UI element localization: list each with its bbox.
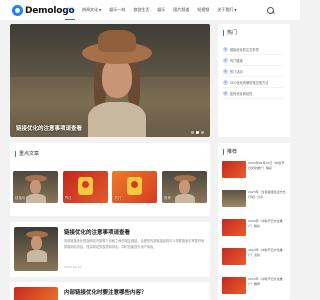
chevron-down-icon: ▼ [99,8,102,12]
hot-item-text: SEO优化有哪些常见的方法 [230,80,269,85]
hot-item-text: 如何优化网站的 [230,91,253,96]
thumb-figure-face [178,180,190,194]
article-thumb[interactable] [14,227,58,271]
recommend-item[interactable]: 2023年（中秋节日文化推广）推荐 [222,277,286,300]
nav-item-culture[interactable]: 热闻文化▼ [78,0,105,20]
nav-item-travel[interactable]: 旅游生活 [129,0,153,20]
nav-item-pictures[interactable]: 图片频道 [169,0,193,20]
recommend-item[interactable]: 2023年05月15日（中秋节日文化推广）精彩 [222,161,286,187]
recommend-item[interactable]: 2023年（中秋节日文化推广）活动 [222,248,286,274]
hot-item-text: 链接优化的注意事项 [230,47,259,52]
recommend-item[interactable]: 2023年（全民健康生活方式行动）分享 [222,190,286,216]
recommend-thumb [222,161,246,178]
article-excerpt: 内部链接优化是指网站内部各个页面之间的相互链接，合理的内部链接结构可以帮助搜索引… [64,239,205,249]
featured-thumb[interactable]: 节日 [62,171,108,203]
featured-thumb-row: 链接优化 节日 热门 推荐 [13,171,207,203]
featured-articles-title: 重点文章 [15,151,39,157]
featured-thumb[interactable]: 链接优化 [13,171,58,203]
featured-thumb[interactable]: 热门 [112,171,158,203]
thumb-figure-body [26,194,46,203]
slider-dot[interactable] [201,131,204,134]
recommend-panel-title: 推荐 [223,149,237,155]
slider-dot-active[interactable] [196,131,199,134]
hot-panel-title: 热门 [223,30,237,36]
thumb-figure-face [30,180,41,194]
hot-list-item[interactable]: 4 SEO优化有哪些常见的方法 [223,77,285,88]
hero-figure-body [88,102,146,137]
recommend-thumb [222,219,246,236]
recommend-thumb [222,277,246,294]
thumb-caption: 节日 [64,196,72,200]
nav-item-about[interactable]: 关于我们▼ [213,0,240,20]
thumb-caption: 热门 [114,196,122,200]
thumb-caption: 链接优化 [15,196,29,200]
festival-graphic [127,177,143,195]
nav-item-culture-label: 热闻文化 [82,7,98,12]
hot-list-item[interactable]: 5 如何优化网站的 [223,88,285,99]
main-nav: 首页 热闻文化▼ 娱乐一刻 旅游生活 娱乐 图片频道 短视频 关于我们▼ [62,0,241,20]
rank-badge: 3 [223,68,228,74]
nav-item-home[interactable]: 首页 [62,0,78,20]
hot-panel: 热门 1 链接优化的注意事项 2 内门链接 3 热门活动 4 SEO优化有哪些常见的方法… [218,24,290,137]
thumb-caption: 推荐 [163,196,171,200]
hero-slider[interactable]: 链接优化的注意事项请查看 [10,24,210,137]
featured-thumb[interactable]: 推荐 [161,171,207,203]
nav-item-videos[interactable]: 短视频 [193,0,213,20]
hot-list-item[interactable]: 3 热门活动 [223,66,285,77]
slider-dot[interactable] [191,131,194,134]
recommend-item[interactable]: 2023年（中秋节日文化推广）精彩 [222,219,286,245]
article-card[interactable]: 链接优化的注意事项请查看 内部链接优化是指网站内部各个页面之间的相互链接，合理的… [10,222,210,277]
hot-item-text: 热门活动 [230,69,243,74]
slider-dots [189,131,204,134]
hero-caption[interactable]: 链接优化的注意事项请查看 [16,124,82,132]
chevron-down-icon: ▼ [234,8,237,12]
hot-list-item[interactable]: 2 内门链接 [223,55,285,66]
recommend-thumb [222,190,246,207]
rank-badge: 5 [223,90,228,96]
recommend-text: 2023年（中秋节日文化推广）活动 [248,248,283,257]
site-header: Demologo 首页 热闻文化▼ 娱乐一刻 旅游生活 娱乐 图片频道 短视频 … [0,0,300,20]
featured-articles-panel: 重点文章 链接优化 节日 热门 推荐 [10,143,210,216]
rank-badge: 1 [223,46,228,52]
article-card[interactable]: 内部链接优化时要注意哪些内容？ [10,282,210,300]
thumb-figure-face [31,236,42,250]
nav-item-about-label: 关于我们 [217,7,234,12]
hot-list: 1 链接优化的注意事项 2 内门链接 3 热门活动 4 SEO优化有哪些常见的方法 5如… [223,44,285,99]
recommend-text: 2023年（中秋节日文化推广）精彩 [248,219,283,228]
rank-badge: 2 [223,57,228,63]
search-icon[interactable] [266,6,275,15]
recommend-list: 2023年05月15日（中秋节日文化推广）精彩 2023年（全民健康生活方式行动… [222,161,286,300]
article-thumb[interactable] [14,287,58,300]
recommend-panel: 推荐 2023年05月15日（中秋节日文化推广）精彩 2023年（全民健康生活方… [218,143,290,300]
recommend-text: 2023年（中秋节日文化推广）推荐 [248,277,283,286]
recommend-thumb [222,248,246,265]
hot-list-item[interactable]: 1 链接优化的注意事项 [223,44,285,55]
nav-item-entertainment-moment[interactable]: 娱乐一刻 [105,0,129,20]
article-date: 2023-04-15 [64,265,82,269]
hero-figure-face [102,58,132,98]
nav-item-entertainment[interactable]: 娱乐 [153,0,169,20]
thumb-figure-body [27,250,47,262]
rank-badge: 4 [223,79,228,85]
recommend-text: 2023年（全民健康生活方式行动）分享 [248,190,286,199]
article-title[interactable]: 链接优化的注意事项请查看 [64,228,130,236]
article-title[interactable]: 内部链接优化时要注意哪些内容？ [64,288,147,296]
thumb-figure-body [174,194,195,203]
hero-figure-hat [98,30,136,52]
recommend-text: 2023年05月15日（中秋节日文化推广）精彩 [248,161,285,170]
logo-icon [12,5,23,16]
festival-graphic [77,177,93,195]
hot-item-text: 内门链接 [230,58,243,63]
